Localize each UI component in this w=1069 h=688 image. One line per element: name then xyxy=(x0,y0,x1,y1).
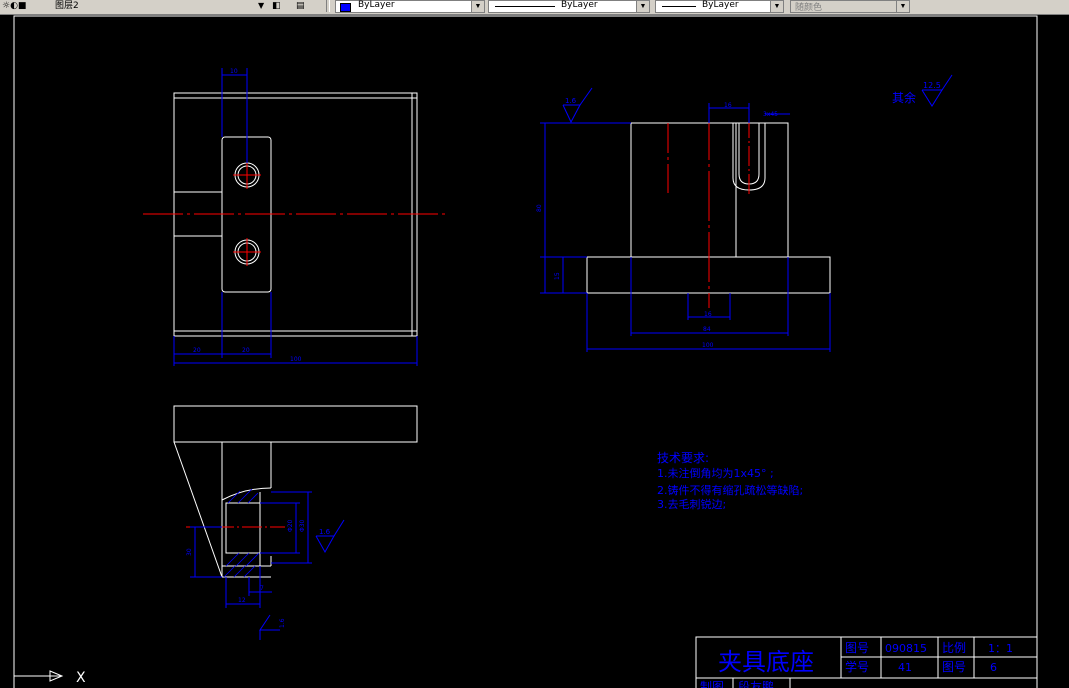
svg-text:制图: 制图 xyxy=(700,680,724,688)
layer-dropdown-arrow-icon[interactable]: ▼ xyxy=(258,0,264,12)
linetype-control[interactable]: ByLayer ▼ xyxy=(488,0,650,13)
svg-text:7: 7 xyxy=(260,585,264,592)
layer-previous-icon[interactable]: ◧ xyxy=(272,0,281,12)
title-block: 夹具底座 图号 090815 比例 1：1 学号 41 图号 6 制图 段友鹏 xyxy=(695,636,1038,688)
svg-text:Φ30: Φ30 xyxy=(299,519,306,532)
svg-text:80: 80 xyxy=(536,204,543,212)
properties-toolbar: ☼◐■ 图层2 ▼ ◧ ▤ ByLayer ▼ ByLayer ▼ ByLaye… xyxy=(0,0,1069,15)
drawing-border xyxy=(13,15,1038,688)
svg-text:100: 100 xyxy=(702,342,714,349)
svg-text:100: 100 xyxy=(290,356,302,363)
technical-requirements: 技术要求: 1.未注倒角均为1x45° ; 2.铸件不得有缩孔疏松等缺陷; 3.… xyxy=(657,451,803,511)
svg-text:1：1: 1：1 xyxy=(988,642,1013,655)
svg-text:16: 16 xyxy=(724,102,732,109)
linetype-preview xyxy=(495,6,555,7)
svg-text:1.6: 1.6 xyxy=(565,97,577,105)
svg-text:1.6: 1.6 xyxy=(279,618,286,628)
svg-text:84: 84 xyxy=(703,326,711,333)
svg-text:16: 16 xyxy=(704,311,712,318)
svg-text:3.去毛刺锐边;: 3.去毛刺锐边; xyxy=(657,497,726,511)
svg-text:学号: 学号 xyxy=(845,659,869,674)
svg-text:20: 20 xyxy=(193,347,201,354)
top-view-dimensions: 10 20 20 100 xyxy=(173,68,418,366)
svg-text:段友鹏: 段友鹏 xyxy=(738,679,774,688)
svg-text:10: 10 xyxy=(230,68,238,75)
svg-text:41: 41 xyxy=(898,661,912,674)
layer-state-icons[interactable]: ☼◐■ xyxy=(2,0,26,12)
toolbar-separator xyxy=(326,0,330,12)
svg-text:20: 20 xyxy=(242,347,250,354)
lineweight-preview xyxy=(662,6,696,7)
svg-text:12.5: 12.5 xyxy=(923,81,941,90)
chevron-down-icon[interactable]: ▼ xyxy=(636,1,649,12)
svg-text:技术要求:: 技术要求: xyxy=(657,451,709,465)
svg-text:090815: 090815 xyxy=(885,642,927,655)
svg-text:3x45: 3x45 xyxy=(763,111,778,118)
color-control[interactable]: ByLayer ▼ xyxy=(335,0,485,13)
chevron-down-icon[interactable]: ▼ xyxy=(896,1,909,12)
layer-name: 图层2 xyxy=(55,1,79,11)
layer-manager-icon[interactable]: ▤ xyxy=(296,0,305,12)
plotstyle-control[interactable]: 随颜色 ▼ xyxy=(790,0,910,13)
chevron-down-icon[interactable]: ▼ xyxy=(471,1,484,12)
svg-text:1.6: 1.6 xyxy=(319,528,331,536)
chevron-down-icon[interactable]: ▼ xyxy=(770,1,783,12)
svg-text:6: 6 xyxy=(990,661,997,674)
svg-text:1.未注倒角均为1x45° ;: 1.未注倒角均为1x45° ; xyxy=(657,466,774,480)
svg-text:图号: 图号 xyxy=(942,660,966,674)
roughness-rest: 其余 12.5 xyxy=(892,74,953,107)
svg-text:比例: 比例 xyxy=(942,641,966,655)
drawing-canvas[interactable]: 10 20 20 100 1.6 16 3x45 16 84 100 80 15… xyxy=(0,14,1069,688)
svg-text:15: 15 xyxy=(554,272,561,280)
front-view-dimensions: 1.6 16 3x45 16 84 100 80 15 xyxy=(536,87,831,352)
lineweight-control[interactable]: ByLayer ▼ xyxy=(655,0,784,13)
part-name: 夹具底座 xyxy=(718,648,814,676)
svg-text:12: 12 xyxy=(238,597,246,604)
top-view xyxy=(143,92,445,337)
svg-text:X: X xyxy=(76,670,86,686)
ucs-icon: X xyxy=(14,670,86,686)
svg-text:Φ20: Φ20 xyxy=(287,519,294,532)
svg-text:图号: 图号 xyxy=(845,641,869,655)
svg-text:30: 30 xyxy=(186,548,193,556)
svg-text:其余: 其余 xyxy=(892,90,916,105)
front-view xyxy=(586,110,831,308)
color-swatch xyxy=(340,3,351,12)
svg-text:2.铸件不得有缩孔疏松等缺陷;: 2.铸件不得有缩孔疏松等缺陷; xyxy=(657,483,803,497)
